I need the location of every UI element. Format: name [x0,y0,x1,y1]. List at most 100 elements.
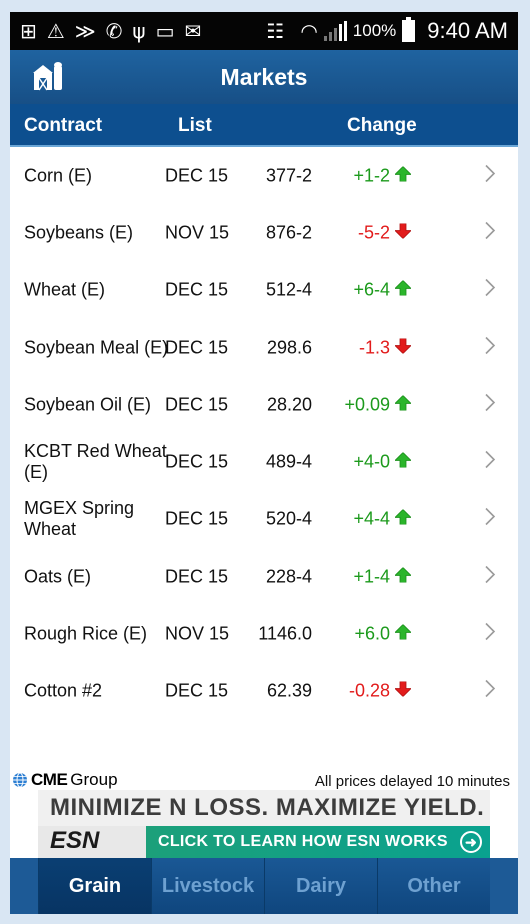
tab-bar-edge [490,858,518,914]
tab-bar: Grain Livestock Dairy Other [38,858,490,914]
tab-livestock-label: Livestock [161,874,255,897]
column-list: List [178,115,212,136]
arrow-up-icon [394,165,412,186]
cme-brand: CME [31,770,68,789]
contract-month: DEC 15 [165,165,229,186]
ad-banner[interactable]: MINIMIZE N LOSS. MAXIMIZE YIELD. ESN CLI… [38,790,490,858]
price-change: +4-4 [353,508,390,529]
contract-month: DEC 15 [165,451,229,472]
price: 377-2 [265,165,312,186]
price-change: +6-4 [353,279,390,300]
price: 876-2 [265,222,312,243]
delay-note: All prices delayed 10 minutes [314,773,510,790]
contract-month: DEC 15 [165,508,229,529]
contract-name: Cotton #2 [24,680,103,701]
contract-name: Soybean Oil (E) [24,394,152,415]
market-row[interactable]: Soybean Oil (E) DEC 15 28.20 +0.09 [10,376,518,433]
market-row[interactable]: Cotton #2 DEC 15 62.39 -0.28 [10,663,518,720]
chevron-right-icon [484,392,496,417]
price: 512-4 [265,279,312,300]
cme-brand-suffix: Group [70,770,118,789]
tab-dairy[interactable]: Dairy [264,858,377,914]
price: 228-4 [265,566,312,587]
contract-name: Soybeans (E) [24,222,134,243]
globe-icon [13,772,27,788]
price-change: -1.3 [358,337,390,358]
contract-month: DEC 15 [165,337,229,358]
add-box-icon: ⊞ [20,19,37,43]
market-row[interactable]: Rough Rice (E) NOV 15 1146.0 +6.0 [10,605,518,662]
price-change: +1-4 [353,566,390,587]
arrow-up-icon [394,509,412,530]
arrow-down-icon [394,337,412,358]
chevron-right-icon [484,335,496,360]
contract-name: KCBT Red Wheat (E) [24,441,167,483]
status-right: ☷ ◠ 100% 9:40 AM [256,12,508,50]
title-bar: Markets [10,50,518,104]
price: 520-4 [265,508,312,529]
arrow-up-icon [394,623,412,645]
chevron-right-icon [484,278,496,303]
contract-name: Wheat (E) [24,279,106,300]
price-change: -5-2 [357,222,390,243]
contract-month: DEC 15 [165,279,229,300]
wifi-icon: ◠ [300,19,318,43]
arrow-up-icon [394,394,412,415]
market-row[interactable]: Corn (E) DEC 15 377-2 +1-2 [10,147,518,204]
market-row[interactable]: Soybeans (E) NOV 15 876-2 -5-2 [10,204,518,261]
tab-dairy-label: Dairy [295,874,347,897]
column-contract: Contract [24,115,103,136]
contract-month: DEC 15 [165,680,229,701]
chevron-right-icon [484,622,496,647]
price: 298.6 [266,337,312,358]
contract-month: DEC 15 [165,394,229,415]
clock: 9:40 AM [427,18,508,43]
chevron-right-icon [484,507,496,532]
sprint-icon: ≫ [74,19,96,43]
usb-icon: ψ [132,19,146,43]
price: 28.20 [266,394,312,415]
tab-other[interactable]: Other [377,858,490,914]
battery-percent: 100% [352,21,397,40]
email-icon: ✉ [184,19,202,43]
voicemail-icon: ▭ [155,19,175,43]
tab-grain-label: Grain [68,874,122,897]
market-row[interactable]: Oats (E) DEC 15 228-4 +1-4 [10,548,518,605]
chevron-right-icon [484,564,496,589]
contract-month: NOV 15 [165,222,230,243]
price: 489-4 [265,451,312,472]
contract-name: Corn (E) [24,165,93,186]
contract-name: MGEX Spring Wheat [24,498,135,540]
price: 1146.0 [258,623,312,644]
cme-group-logo: CME Group [12,770,118,790]
chevron-right-icon [484,220,496,245]
market-row[interactable]: MGEX Spring Wheat DEC 15 520-4 +4-4 [10,491,518,548]
ad-headline: MINIMIZE N LOSS. MAXIMIZE YIELD. [50,794,485,821]
barn-silo-icon[interactable] [32,60,64,92]
price: 62.39 [266,680,312,701]
market-row[interactable]: Wheat (E) DEC 15 512-4 +6-4 [10,262,518,319]
contract-month: NOV 15 [165,623,230,644]
arrow-up-icon [394,566,412,587]
missed-call-icon: ✆ [105,19,123,43]
signal-icon [323,21,347,41]
warning-icon: ⚠ [46,19,65,43]
contract-name: Rough Rice (E) [24,623,148,644]
market-row[interactable]: KCBT Red Wheat (E) DEC 15 489-4 +4-0 [10,433,518,490]
price-change: -0.28 [348,680,390,701]
tab-grain[interactable]: Grain [38,858,151,914]
chevron-right-icon [484,679,496,704]
ad-brand-logo: ESN [50,827,100,854]
market-row[interactable]: Soybean Meal (E) DEC 15 298.6 -1.3 [10,319,518,376]
battery-icon [402,17,416,42]
tab-livestock[interactable]: Livestock [151,858,264,914]
price-change: +6.0 [354,623,390,644]
ad-cta-button[interactable]: CLICK TO LEARN HOW ESN WORKS ➜ [146,826,490,858]
contract-name: Soybean Meal (E) [24,337,169,358]
arrow-up-icon [394,280,412,301]
tab-other-label: Other [407,874,461,897]
price-change: +1-2 [353,165,390,186]
chevron-right-icon [484,163,496,188]
arrow-up-icon [394,452,412,473]
vibrate-icon: ☷ [266,19,285,43]
